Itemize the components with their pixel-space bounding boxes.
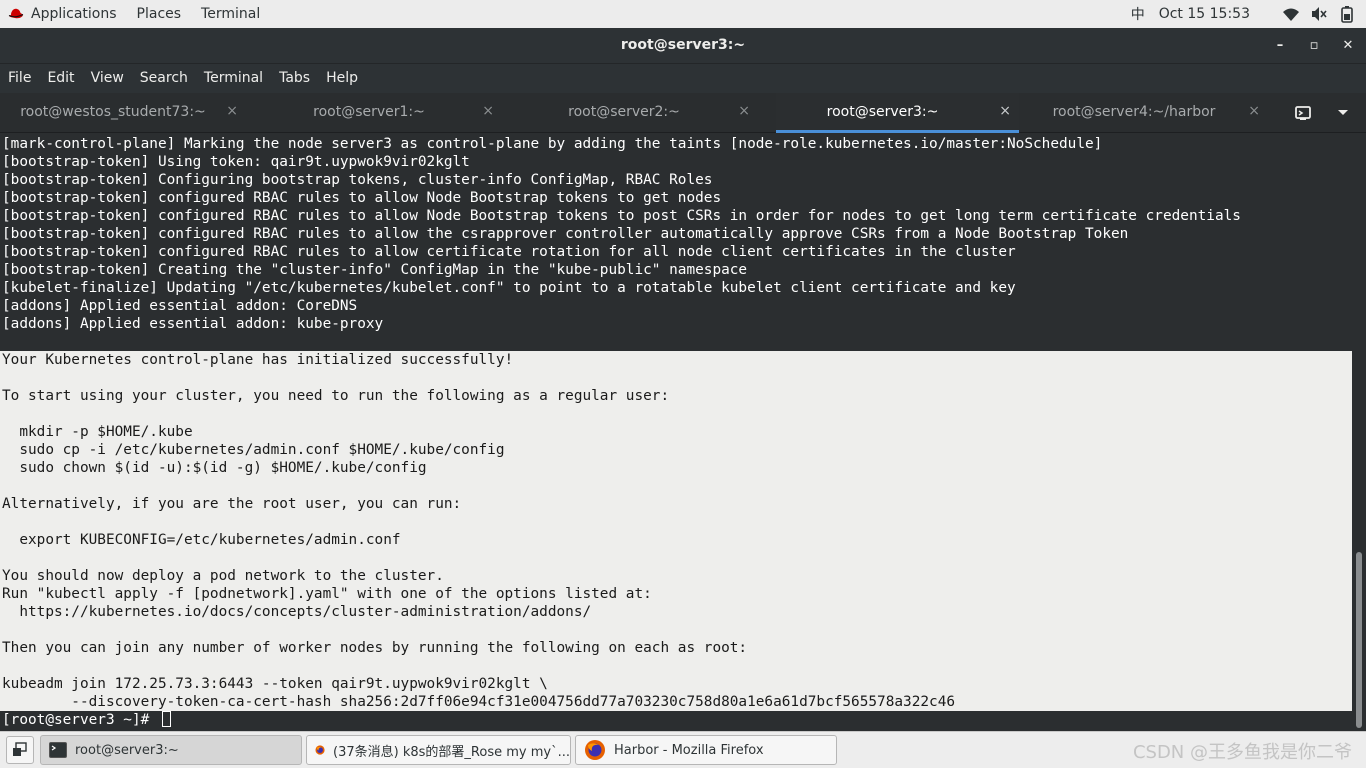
tab-label: root@westos_student73:~ <box>20 104 206 120</box>
scrollbar-thumb[interactable] <box>1356 552 1362 728</box>
terminal-line: sudo cp -i /etc/kubernetes/admin.conf $H… <box>2 442 505 458</box>
menu-tabs[interactable]: Tabs <box>271 64 318 93</box>
tab-actions <box>1276 93 1366 133</box>
show-desktop-button[interactable] <box>6 736 34 764</box>
terminal-line: [bootstrap-token] Creating the "cluster-… <box>2 262 748 278</box>
terminal-line: Alternatively, if you are the root user,… <box>2 496 462 512</box>
terminal-line: To start using your cluster, you need to… <box>2 388 670 404</box>
task-terminal[interactable]: root@server3:~ <box>40 735 302 765</box>
terminal-line: sudo chown $(id -u):$(id -g) $HOME/.kube… <box>2 460 427 476</box>
tab-label: root@server1:~ <box>313 104 425 120</box>
firefox-icon <box>315 745 325 755</box>
terminal-line: [bootstrap-token] configured RBAC rules … <box>2 244 1016 260</box>
tab-close-icon[interactable]: × <box>1248 103 1260 119</box>
tab-westos-student73[interactable]: root@westos_student73:~ × <box>10 93 246 133</box>
show-desktop-icon <box>13 742 27 756</box>
terminal-view[interactable]: [mark-control-plane] Marking the node se… <box>0 134 1352 730</box>
volume-muted-icon[interactable] <box>1310 5 1328 23</box>
minimize-button[interactable]: – <box>1270 36 1290 56</box>
terminal-line: [bootstrap-token] configured RBAC rules … <box>2 190 722 206</box>
new-tab-icon[interactable] <box>1294 104 1312 122</box>
terminal-line: [addons] Applied essential addon: CoreDN… <box>2 298 358 314</box>
csdn-watermark: CSDN @王多鱼我是你二爷 <box>1132 742 1352 763</box>
terminal-line: [bootstrap-token] configured RBAC rules … <box>2 226 1129 242</box>
places-label: Places <box>136 6 182 22</box>
terminal-scrollbar[interactable] <box>1352 134 1366 730</box>
tab-close-icon[interactable]: × <box>999 103 1011 119</box>
tab-label: root@server4:~/harbor <box>1052 104 1216 120</box>
maximize-button[interactable]: ▫ <box>1304 36 1324 56</box>
battery-icon[interactable] <box>1338 5 1356 23</box>
terminal-line: kubeadm join 172.25.73.3:6443 --token qa… <box>2 676 548 692</box>
applications-label: Applications <box>31 6 117 22</box>
terminal-line: [bootstrap-token] configured RBAC rules … <box>2 208 1241 224</box>
shell-prompt-line[interactable]: [root@server3 ~]# <box>0 711 1352 729</box>
tab-close-icon[interactable]: × <box>738 103 750 119</box>
tab-label: root@server3:~ <box>826 104 939 120</box>
terminal-line: [addons] Applied essential addon: kube-p… <box>2 316 384 332</box>
window-title: root@server3:~ <box>620 37 746 53</box>
task-firefox-harbor[interactable]: Harbor - Mozilla Firefox <box>575 735 837 765</box>
clock[interactable]: Oct 15 15:53 <box>1159 6 1250 22</box>
terminal-output-unselected: [mark-control-plane] Marking the node se… <box>0 135 1352 351</box>
menu-file[interactable]: File <box>0 64 39 93</box>
firefox-icon <box>585 740 605 760</box>
task-label: Harbor - Mozilla Firefox <box>614 742 764 758</box>
tab-server3[interactable]: root@server3:~ × <box>776 93 1019 133</box>
menu-search[interactable]: Search <box>132 64 196 93</box>
terminal-line: --discovery-token-ca-cert-hash sha256:2d… <box>2 694 956 710</box>
terminal-line: [bootstrap-token] Using token: qair9t.uy… <box>2 154 470 170</box>
terminal-icon <box>49 742 67 758</box>
tab-label: root@server2:~ <box>568 104 680 120</box>
terminal-line: Then you can join any number of worker n… <box>2 640 748 656</box>
tab-server4-harbor[interactable]: root@server4:~/harbor × <box>1030 93 1268 133</box>
terminal-output-selected: Your Kubernetes control-plane has initia… <box>0 351 1352 711</box>
gnome-top-bar: Applications Places Terminal 中 Oct 15 15… <box>0 0 1366 28</box>
tab-close-icon[interactable]: × <box>226 103 238 119</box>
close-window-button[interactable]: ✕ <box>1338 36 1358 56</box>
terminal-line: Run "kubectl apply -f [podnetwork].yaml"… <box>2 586 652 602</box>
input-method-indicator[interactable]: 中 <box>1131 4 1145 24</box>
tab-server2[interactable]: root@server2:~ × <box>520 93 758 133</box>
terminal-line: export KUBECONFIG=/etc/kubernetes/admin.… <box>2 532 401 548</box>
task-label: root@server3:~ <box>75 742 179 758</box>
text-cursor <box>161 711 171 727</box>
window-list-taskbar: root@server3:~ (37条消息) k8s的部署_Rose my my… <box>0 731 1366 768</box>
wifi-icon[interactable] <box>1282 5 1300 23</box>
terminal-line: mkdir -p $HOME/.kube <box>2 424 193 440</box>
terminal-line: https://kubernetes.io/docs/concepts/clus… <box>2 604 592 620</box>
tab-bar: root@westos_student73:~ × root@server1:~… <box>0 93 1366 133</box>
redhat-icon <box>8 8 24 19</box>
tab-close-icon[interactable]: × <box>482 103 494 119</box>
tab-server1[interactable]: root@server1:~ × <box>266 93 502 133</box>
terminal-app-menu[interactable]: Terminal <box>191 0 270 28</box>
task-label: (37条消息) k8s的部署_Rose my my`... <box>333 744 570 760</box>
menu-terminal[interactable]: Terminal <box>196 64 271 93</box>
menu-help[interactable]: Help <box>318 64 366 93</box>
task-firefox-k8s[interactable]: (37条消息) k8s的部署_Rose my my`... <box>306 735 571 765</box>
terminal-line: [mark-control-plane] Marking the node se… <box>2 136 1103 152</box>
menu-view[interactable]: View <box>83 64 132 93</box>
terminal-line: Your Kubernetes control-plane has initia… <box>2 352 514 368</box>
shell-prompt: [root@server3 ~]# <box>2 712 158 728</box>
menu-edit[interactable]: Edit <box>39 64 82 93</box>
terminal-app-label: Terminal <box>201 6 261 22</box>
menu-bar: File Edit View Search Terminal Tabs Help <box>0 64 1366 93</box>
places-menu[interactable]: Places <box>127 0 192 28</box>
tab-menu-chevron-down-icon[interactable] <box>1336 107 1350 119</box>
window-titlebar[interactable]: root@server3:~ – ▫ ✕ <box>0 28 1366 64</box>
applications-menu[interactable]: Applications <box>0 0 127 28</box>
terminal-line: You should now deploy a pod network to t… <box>2 568 444 584</box>
terminal-line: [bootstrap-token] Configuring bootstrap … <box>2 172 713 188</box>
terminal-line: [kubelet-finalize] Updating "/etc/kubern… <box>2 280 1016 296</box>
